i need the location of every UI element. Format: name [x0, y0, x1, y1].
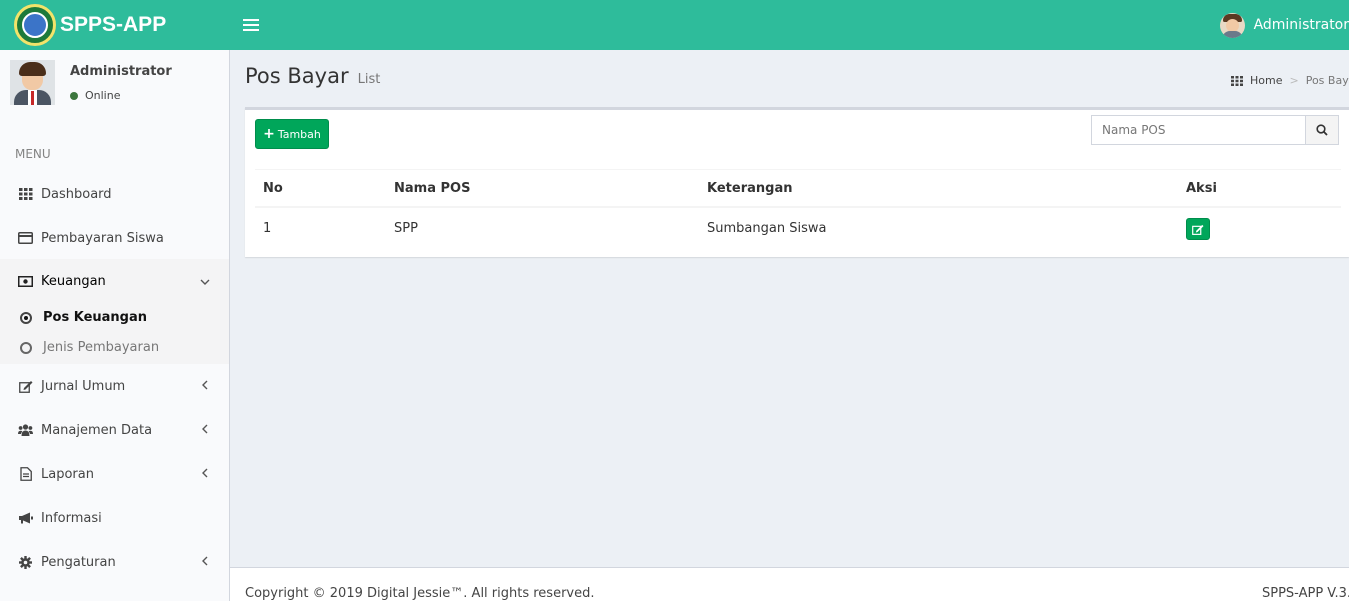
search-button[interactable]	[1306, 115, 1339, 145]
sidebar-item-label: Keuangan	[41, 273, 106, 289]
add-button-label: Tambah	[277, 127, 321, 141]
column-header-keterangan: Keterangan	[699, 170, 1178, 208]
pos-table: No Nama POS Keterangan Aksi 1 SPP Sumban…	[255, 170, 1341, 246]
grid-icon	[18, 188, 33, 201]
sidebar-item-pembayaran-siswa[interactable]: Pembayaran Siswa	[0, 216, 229, 260]
column-header-aksi: Aksi	[1178, 170, 1341, 208]
footer: Copyright © 2019 Digital Jessie™. All ri…	[230, 567, 1349, 601]
chevron-left-icon	[195, 467, 215, 482]
user-panel: Administrator Online	[10, 60, 220, 120]
search-icon	[1316, 124, 1328, 136]
top-header: SPPS-APP Administrator	[0, 0, 1349, 50]
chevron-left-icon	[195, 379, 215, 394]
table-header-row: No Nama POS Keterangan Aksi	[255, 170, 1341, 208]
sidebar-item-label: Jurnal Umum	[41, 378, 126, 394]
dot-circle-icon	[20, 311, 32, 324]
column-header-nama-pos: Nama POS	[386, 170, 699, 208]
footer-copyright: Copyright © 2019 Digital Jessie™. All ri…	[245, 586, 595, 601]
chevron-left-icon	[195, 555, 215, 570]
breadcrumb-separator: >	[1289, 74, 1299, 87]
bullhorn-icon	[18, 512, 33, 525]
status-text: Online	[85, 89, 121, 102]
avatar	[1219, 12, 1245, 38]
sidebar-subitem-pos-keuangan[interactable]: Pos Keuangan	[20, 310, 147, 325]
user-status: Online	[70, 89, 120, 102]
sidebar-subitem-jenis-pembayaran[interactable]: Jenis Pembayaran	[20, 340, 159, 355]
user-name: Administrator	[70, 64, 172, 79]
sidebar-toggle-icon[interactable]	[243, 15, 259, 35]
credit-card-icon	[18, 232, 33, 245]
footer-version: SPPS-APP V.3.0	[1262, 586, 1349, 601]
file-icon	[18, 467, 33, 481]
online-dot-icon	[70, 91, 78, 100]
brand-name: SPPS-APP	[60, 13, 167, 36]
money-icon	[18, 275, 33, 288]
breadcrumb-current: Pos Bayar	[1305, 74, 1349, 87]
sidebar: Administrator Online MENU Dashboard Pemb…	[0, 50, 230, 601]
page-subtitle: List	[357, 72, 381, 87]
sidebar-item-keuangan[interactable]: Keuangan	[0, 259, 229, 303]
keuangan-submenu: Pos Keuangan Jenis Pembayaran	[0, 303, 229, 364]
edit-button[interactable]	[1186, 218, 1210, 240]
cell-nama-pos: SPP	[394, 220, 418, 236]
sidebar-item-laporan[interactable]: Laporan	[0, 452, 229, 496]
breadcrumb: Home > Pos Bayar	[1231, 74, 1349, 87]
sidebar-item-label: Laporan	[41, 466, 94, 482]
search-input[interactable]	[1091, 115, 1307, 145]
sidebar-item-label: Pengaturan	[41, 554, 116, 570]
user-menu[interactable]: Administrator	[1219, 0, 1349, 50]
sidebar-item-pengaturan[interactable]: Pengaturan	[0, 540, 229, 584]
column-header-no: No	[255, 170, 386, 208]
cog-icon	[18, 555, 33, 569]
sidebar-item-label: Informasi	[41, 510, 102, 526]
sidebar-item-informasi[interactable]: Informasi	[0, 496, 229, 540]
circle-icon	[20, 341, 32, 354]
search-group	[1091, 115, 1339, 145]
pos-list-box: + Tambah No Nama POS Keterangan Aksi 1 S…	[245, 107, 1349, 257]
sidebar-item-label: Pembayaran Siswa	[41, 230, 164, 246]
cell-keterangan: Sumbangan Siswa	[707, 220, 827, 236]
brand-logo-link[interactable]: SPPS-APP	[0, 0, 230, 50]
cell-no: 1	[263, 220, 272, 236]
edit-icon	[18, 380, 33, 393]
menu-header: MENU	[15, 147, 51, 161]
school-logo-icon	[14, 4, 56, 46]
chevron-down-icon	[195, 274, 215, 289]
sidebar-item-jurnal-umum[interactable]: Jurnal Umum	[0, 364, 229, 408]
grid-icon	[1231, 75, 1243, 86]
sidebar-item-label: Manajemen Data	[41, 422, 153, 438]
cell-aksi	[1178, 207, 1341, 246]
edit-icon	[1192, 224, 1204, 235]
page-header: Pos Bayar List	[245, 64, 380, 88]
avatar	[10, 60, 55, 105]
header-user-name: Administrator	[1253, 17, 1349, 33]
sidebar-item-label: Dashboard	[41, 186, 112, 202]
page-title: Pos Bayar	[245, 64, 349, 88]
table-row: 1 SPP Sumbangan Siswa	[255, 207, 1341, 246]
users-icon	[18, 424, 33, 437]
sidebar-subitem-label: Pos Keuangan	[43, 310, 147, 325]
sidebar-item-dashboard[interactable]: Dashboard	[0, 172, 229, 216]
chevron-left-icon	[195, 423, 215, 438]
sidebar-subitem-label: Jenis Pembayaran	[43, 340, 160, 355]
breadcrumb-home-link[interactable]: Home	[1250, 74, 1282, 87]
plus-icon: +	[263, 126, 275, 142]
sidebar-item-manajemen-data[interactable]: Manajemen Data	[0, 408, 229, 452]
add-button[interactable]: + Tambah	[255, 119, 329, 149]
